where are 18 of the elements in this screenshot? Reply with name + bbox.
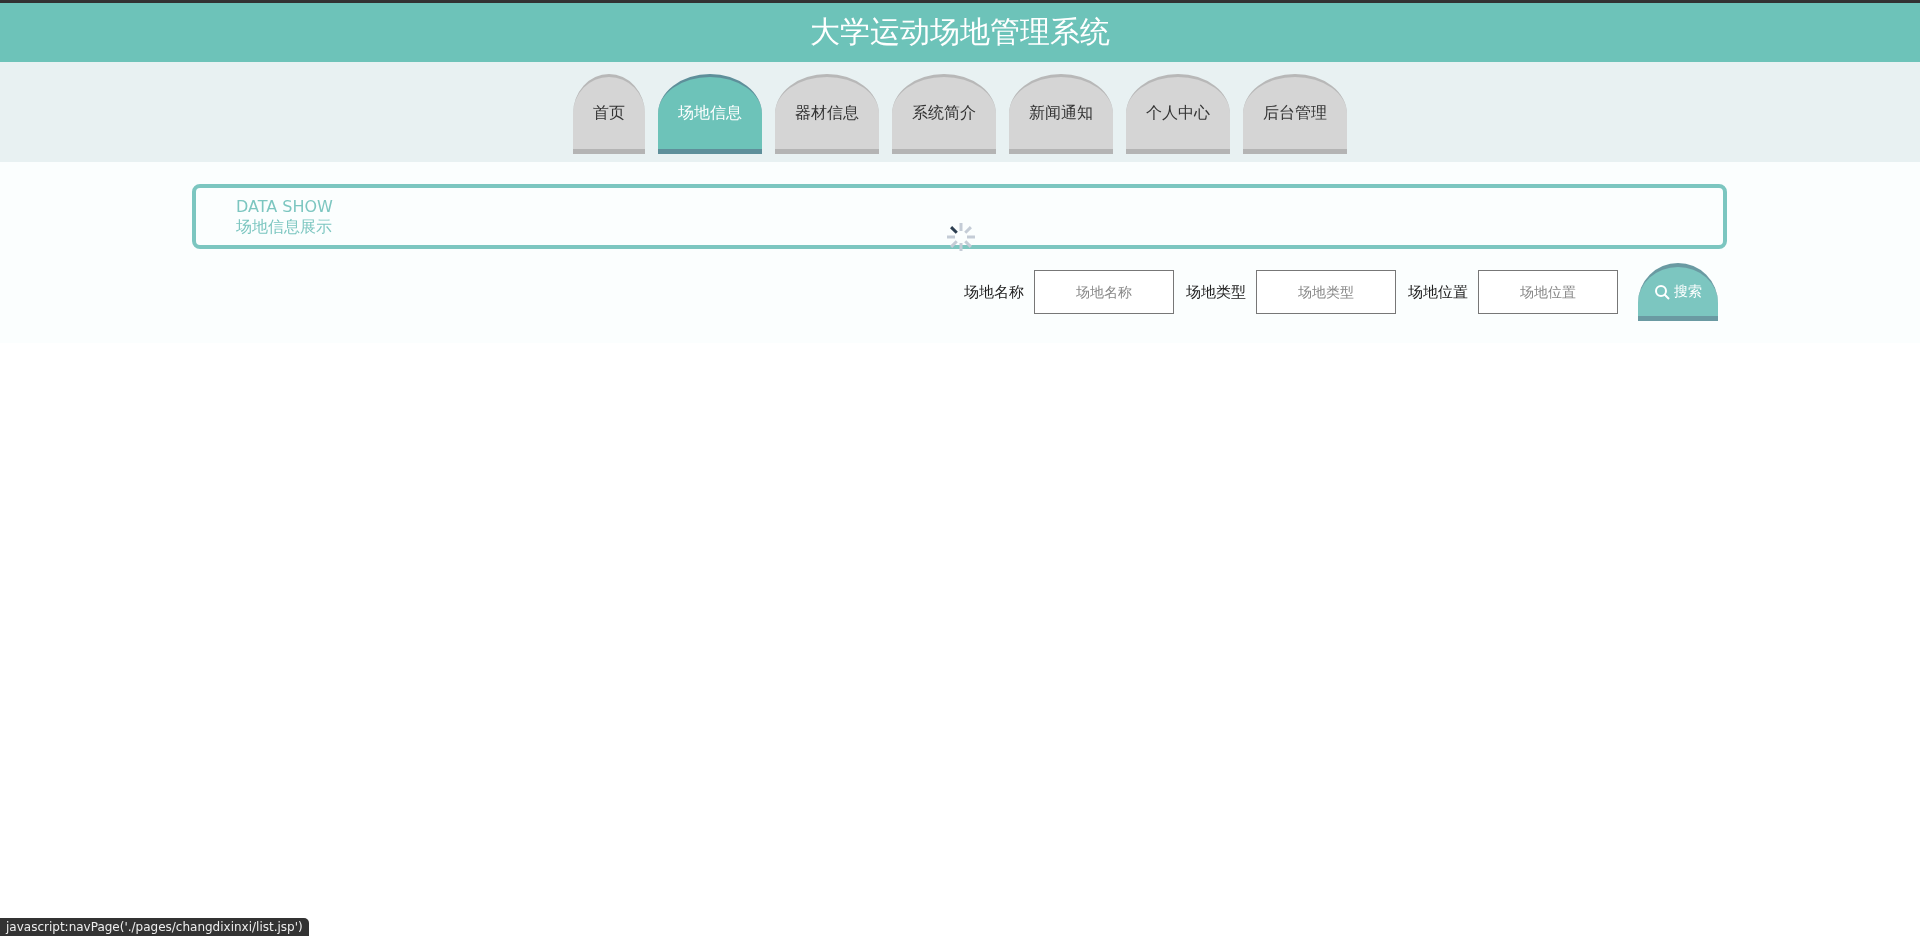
nav-tab[interactable]: 首页 (573, 74, 645, 154)
banner-title: DATA SHOW (236, 196, 333, 217)
field-label: 场地位置 (1408, 282, 1468, 302)
site-title: 大学运动场地管理系统 (810, 13, 1110, 51)
search-field[interactable]: 场地名称 (1034, 270, 1174, 314)
search-field[interactable]: 场地位置 (1478, 270, 1618, 314)
nav-tab[interactable]: 系统简介 (892, 74, 996, 154)
banner-subtitle: 场地信息展示 (236, 216, 332, 237)
field-label: 场地名称 (964, 282, 1024, 302)
status-bar: javascript:navPage('./pages/changdixinxi/list.jsp') (0, 918, 309, 936)
nav-tab[interactable]: 器材信息 (775, 74, 879, 154)
nav-tab[interactable]: 个人中心 (1126, 74, 1230, 154)
search-icon (1654, 283, 1670, 300)
field-label: 场地类型 (1186, 282, 1246, 302)
search-field[interactable]: 场地类型 (1256, 270, 1396, 314)
nav-tab[interactable]: 新闻通知 (1009, 74, 1113, 154)
nav-tab[interactable]: 后台管理 (1243, 74, 1347, 154)
loading-spinner-icon (944, 220, 978, 254)
